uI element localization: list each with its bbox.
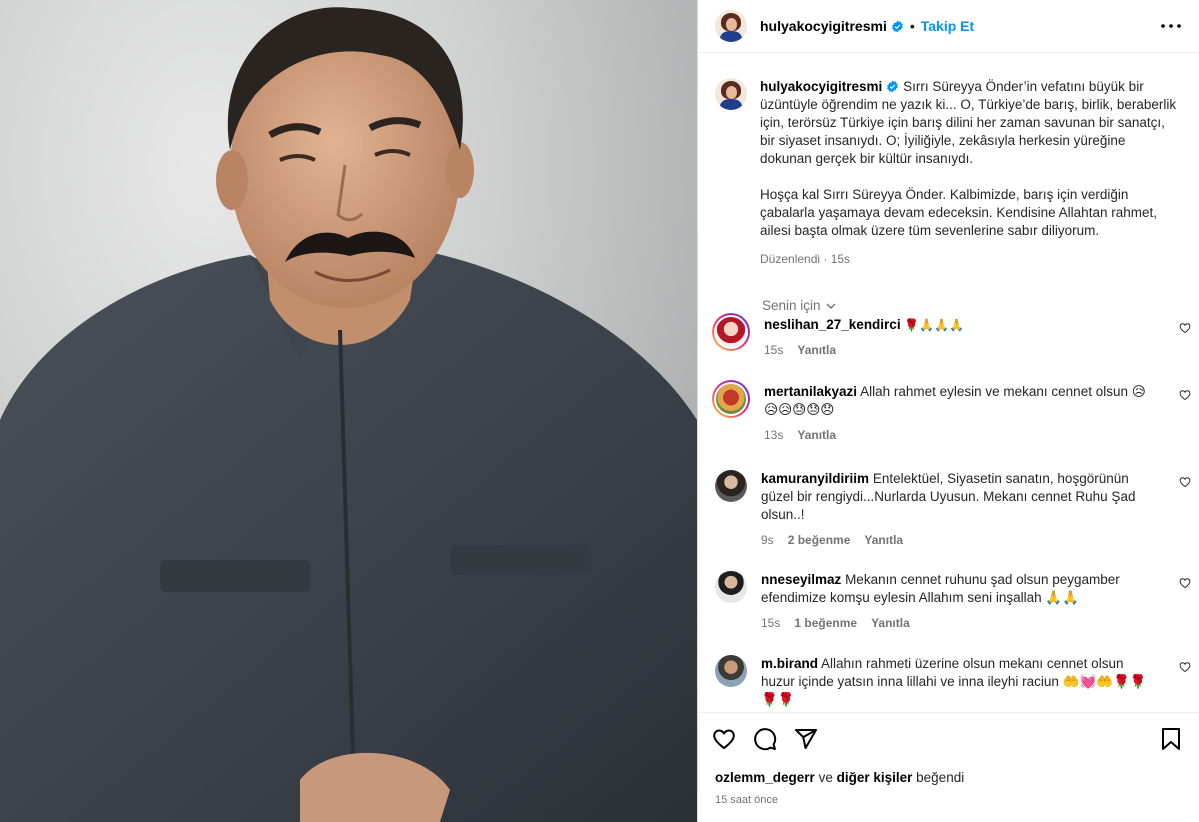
commenter-avatar[interactable] [715, 655, 747, 687]
like-comment-heart-icon[interactable] [1179, 577, 1191, 589]
author-avatar[interactable] [715, 10, 747, 42]
reply-button[interactable]: Yanıtla [797, 343, 836, 357]
comment-item: mertanilakyazi Allah rahmet eylesin ve m… [712, 380, 1191, 442]
comment-text: neslihan_27_kendirci 🌹🙏🙏🙏 [764, 317, 965, 332]
liker-username[interactable]: ozlemm_degerr [715, 770, 815, 785]
comment-text: mertanilakyazi Allah rahmet eylesin ve m… [764, 384, 1146, 417]
comment-text: m.birand Allahın rahmeti üzerine olsun m… [761, 656, 1147, 707]
comment-sort-label: Senin için [762, 298, 821, 313]
likes-summary: ozlemm_degerr ve diğer kişiler beğendi [715, 770, 965, 785]
heart-icon[interactable] [712, 727, 736, 751]
comment-like-count[interactable]: 1 beğenme [794, 616, 857, 630]
post-side-panel: hulyakocyigitresmi • Takip Et hulyakocyi… [697, 0, 1199, 822]
chevron-down-icon [826, 303, 836, 309]
commenter-avatar[interactable] [715, 571, 747, 603]
comment-username[interactable]: neslihan_27_kendirci [764, 317, 901, 332]
header-separator: • [909, 18, 915, 34]
caption-edited-time: Düzenlendi · 15s [760, 252, 851, 266]
verified-badge-icon [887, 80, 899, 93]
comment-item: nneseyilmaz Mekanın cennet ruhunu şad ol… [715, 571, 1191, 630]
comment-username[interactable]: nneseyilmaz [761, 572, 841, 587]
reply-button[interactable]: Yanıtla [797, 428, 836, 442]
commenter-avatar[interactable] [712, 380, 750, 418]
commenter-avatar[interactable] [715, 470, 747, 502]
others-link[interactable]: diğer kişiler [837, 770, 913, 785]
like-comment-heart-icon[interactable] [1179, 476, 1191, 488]
caption-paragraph-2: Hoşça kal Sırrı Süreyya Önder. Kalbimizd… [760, 187, 1157, 238]
comment-item: kamuranyildiriim Entelektüel, Siyasetin … [715, 470, 1191, 547]
portrait-illustration [0, 7, 697, 822]
verified-badge-icon [891, 20, 903, 32]
like-comment-heart-icon[interactable] [1179, 389, 1191, 401]
post-image[interactable] [0, 0, 697, 822]
comment-item: m.birand Allahın rahmeti üzerine olsun m… [715, 655, 1191, 709]
caption-username[interactable]: hulyakocyigitresmi [760, 79, 882, 94]
comment-text: kamuranyildiriim Entelektüel, Siyasetin … [761, 471, 1136, 522]
comment-time: 15s [761, 616, 781, 630]
like-comment-heart-icon[interactable] [1179, 322, 1191, 334]
like-comment-heart-icon[interactable] [1179, 661, 1191, 673]
share-icon[interactable] [794, 727, 818, 751]
author-username[interactable]: hulyakocyigitresmi [760, 18, 887, 34]
comments-scroll-area[interactable]: hulyakocyigitresmi Sırrı Süreyya Önder’i… [698, 54, 1199, 712]
comment-icon[interactable] [753, 727, 777, 751]
caption-paragraph-1: hulyakocyigitresmi Sırrı Süreyya Önder’i… [760, 78, 1180, 168]
bookmark-icon[interactable] [1159, 727, 1183, 751]
instagram-post-dialog: hulyakocyigitresmi • Takip Et hulyakocyi… [0, 0, 1199, 822]
comment-username[interactable]: mertanilakyazi [764, 384, 857, 399]
commenter-avatar[interactable] [712, 313, 750, 351]
post-timestamp[interactable]: 15 saat önce [715, 794, 1199, 806]
follow-button[interactable]: Takip Et [921, 18, 974, 34]
more-options-icon[interactable] [1159, 14, 1183, 38]
comment-username[interactable]: kamuranyildiriim [761, 471, 869, 486]
reply-button[interactable]: Yanıtla [864, 533, 903, 547]
comment-time: 15s [764, 343, 784, 357]
comment-username[interactable]: m.birand [761, 656, 818, 671]
post-caption: hulyakocyigitresmi Sırrı Süreyya Önder’i… [698, 54, 1199, 268]
caption-author-avatar[interactable] [715, 78, 747, 110]
reply-button[interactable]: Yanıtla [871, 616, 910, 630]
post-header: hulyakocyigitresmi • Takip Et [698, 0, 1199, 53]
comment-time: 13s [764, 428, 784, 442]
comment-text: nneseyilmaz Mekanın cennet ruhunu şad ol… [761, 572, 1120, 605]
comment-sort-dropdown[interactable]: Senin için [762, 298, 1199, 313]
comment-item: neslihan_27_kendirci 🌹🙏🙏🙏 15s Yanıtla [712, 313, 1191, 357]
comment-time: 9s [761, 533, 774, 547]
post-actions: ozlemm_degerr ve diğer kişiler beğendi 1… [698, 712, 1199, 822]
comment-like-count[interactable]: 2 beğenme [788, 533, 851, 547]
